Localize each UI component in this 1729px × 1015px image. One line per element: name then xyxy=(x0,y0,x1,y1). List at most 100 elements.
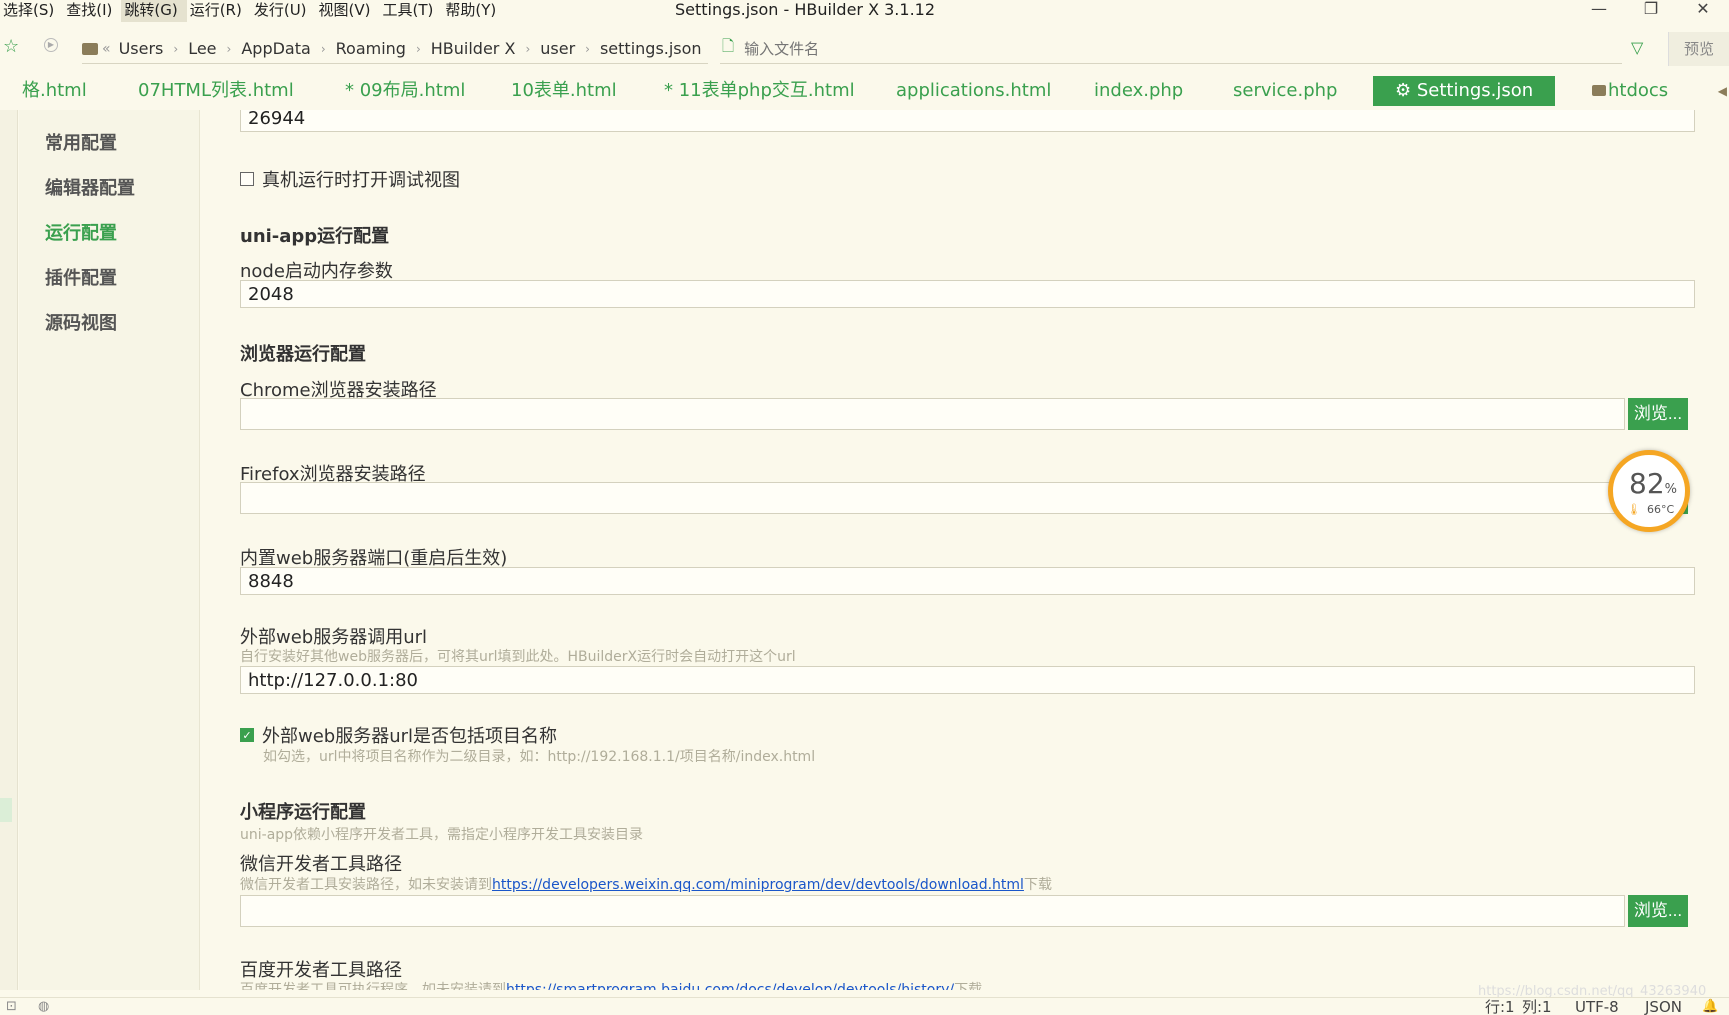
include-project-label: 外部web服务器url是否包括项目名称 xyxy=(262,726,558,747)
browser-section-title: 浏览器运行配置 xyxy=(240,344,366,365)
scroll-tabs-icon[interactable]: ◀ xyxy=(1718,84,1727,98)
chevron-right-icon: › xyxy=(320,41,326,56)
chrome-browse-button[interactable]: 浏览... xyxy=(1628,398,1688,430)
star-icon[interactable]: ☆ xyxy=(3,36,19,57)
wechat-browse-button[interactable]: 浏览... xyxy=(1628,895,1688,927)
baidu-path-hint: 百度开发者工具可执行程序，如未安装请到https://smartprogram.… xyxy=(240,979,982,990)
filter-icon[interactable]: ▽ xyxy=(1631,38,1643,57)
tab-applications-html[interactable]: applications.html xyxy=(896,76,1051,106)
debug-view-label: 真机运行时打开调试视图 xyxy=(262,170,460,191)
node-memory-field[interactable] xyxy=(240,280,1695,308)
maximize-button[interactable]: ❐ xyxy=(1625,0,1677,22)
performance-widget[interactable]: 82% 🌡 66°C xyxy=(1608,450,1690,532)
close-button[interactable]: ✕ xyxy=(1677,0,1729,22)
chrome-path-field[interactable] xyxy=(240,398,1625,430)
tab-htdocs[interactable]: htdocs xyxy=(1592,76,1668,106)
status-bar: ⊡ ◍ 行:1 列:1 UTF-8 JSON 🔔 xyxy=(0,997,1729,1015)
breadcrumb-item-roaming[interactable]: Roaming xyxy=(336,39,406,58)
wechat-path-field[interactable] xyxy=(240,895,1625,927)
nav-item-source[interactable]: 源码视图 xyxy=(45,309,117,335)
menu-help[interactable]: 帮助(Y) xyxy=(442,0,505,22)
menu-tools[interactable]: 工具(T) xyxy=(380,0,443,22)
wechat-path-hint: 微信开发者工具安装路径，如未安装请到https://developers.wei… xyxy=(240,874,1052,894)
file-search-input[interactable] xyxy=(744,39,1545,58)
baidu-download-link[interactable]: https://smartprogram.baidu.com/docs/deve… xyxy=(506,982,954,990)
breadcrumb-item-lee[interactable]: Lee xyxy=(188,39,216,58)
editor-tabs: 格.html 07HTML列表.html * 09布局.html 10表单.ht… xyxy=(0,76,1729,110)
wechat-hint-prefix: 微信开发者工具安装路径，如未安装请到 xyxy=(240,877,492,893)
tab-table-html[interactable]: 格.html xyxy=(22,76,87,106)
tab-service-php[interactable]: service.php xyxy=(1233,76,1337,106)
firefox-path-field[interactable] xyxy=(240,482,1625,514)
baidu-hint-prefix: 百度开发者工具可执行程序，如未安装请到 xyxy=(240,982,506,990)
top-value-field[interactable] xyxy=(240,110,1695,132)
menu-find[interactable]: 查找(I) xyxy=(63,0,121,22)
breadcrumb-item-appdata[interactable]: AppData xyxy=(241,39,310,58)
menu-run[interactable]: 运行(R) xyxy=(187,0,251,22)
breadcrumb-item-settings[interactable]: settings.json xyxy=(600,39,702,58)
uniapp-section-title: uni-app运行配置 xyxy=(240,226,390,247)
settings-nav: 常用配置 编辑器配置 运行配置 插件配置 源码视图 xyxy=(19,110,200,990)
nav-item-plugins[interactable]: 插件配置 xyxy=(45,264,117,290)
tab-form-php-html[interactable]: * 11表单php交互.html xyxy=(664,76,855,106)
include-project-hint: 如勾选，url中将项目名称作为二级目录，如：http://192.168.1.1… xyxy=(263,749,816,765)
settings-content: 真机运行时打开调试视图 uni-app运行配置 node启动内存参数 浏览器运行… xyxy=(200,110,1729,990)
debug-view-checkbox[interactable] xyxy=(240,172,254,186)
cpu-percent: 82% xyxy=(1629,467,1677,500)
nav-item-editor[interactable]: 编辑器配置 xyxy=(45,174,135,200)
chevron-right-icon: › xyxy=(585,41,590,56)
nav-item-run[interactable]: 运行配置 xyxy=(45,219,117,245)
play-icon[interactable]: ▶ xyxy=(44,38,58,52)
baidu-hint-suffix: 下载 xyxy=(954,982,983,990)
file-language[interactable]: JSON xyxy=(1645,998,1682,1015)
window-title: Settings.json - HBuilder X 3.1.12 xyxy=(675,0,936,19)
chevron-right-icon: › xyxy=(173,41,179,56)
cursor-line: 行:1 xyxy=(1485,998,1515,1015)
window-controls: — ❐ ✕ xyxy=(1573,0,1729,22)
tab-form-html[interactable]: 10表单.html xyxy=(511,76,617,106)
gutter-marker xyxy=(0,798,12,822)
menu-publish[interactable]: 发行(U) xyxy=(251,0,316,22)
external-url-hint: 自行安装好其他web服务器后，可将其url填到此处。HBuilderX运行时会自… xyxy=(240,649,796,665)
breadcrumb-item-hbuilderx[interactable]: HBuilder X xyxy=(431,39,516,58)
wechat-download-link[interactable]: https://developers.weixin.qq.com/minipro… xyxy=(492,877,1024,893)
breadcrumb-back[interactable]: « xyxy=(102,41,111,57)
search-file-icon: 🗋 xyxy=(722,37,735,55)
miniprogram-hint: uni-app依赖小程序开发者工具，需指定小程序开发工具安装目录 xyxy=(240,827,644,843)
toolbar: ☆ ▶ « Users › Lee › AppData › Roaming › … xyxy=(0,32,1729,66)
wechat-path-label: 微信开发者工具路径 xyxy=(240,854,402,875)
file-search: 🗋 xyxy=(720,34,1622,64)
bell-icon[interactable]: 🔔 xyxy=(1702,999,1718,1014)
wechat-hint-suffix: 下载 xyxy=(1023,877,1052,893)
preview-button[interactable]: 预览 xyxy=(1668,32,1729,66)
menu-view[interactable]: 视图(V) xyxy=(316,0,380,22)
cursor-column: 列:1 xyxy=(1522,998,1552,1015)
tab-index-php[interactable]: index.php xyxy=(1094,76,1183,106)
terminal-icon[interactable]: ⊡ xyxy=(6,999,17,1014)
debug-view-option[interactable]: 真机运行时打开调试视图 xyxy=(240,166,460,192)
breadcrumb-item-user[interactable]: user xyxy=(540,39,575,58)
chevron-right-icon: › xyxy=(525,41,531,56)
breadcrumb-item-users[interactable]: Users xyxy=(119,39,164,58)
external-url-field[interactable] xyxy=(240,666,1695,694)
breadcrumb: « Users › Lee › AppData › Roaming › HBui… xyxy=(82,34,708,64)
menu-select[interactable]: 选择(S) xyxy=(0,0,63,22)
include-project-option[interactable]: ✓ 外部web服务器url是否包括项目名称 xyxy=(240,722,557,748)
tab-settings-json[interactable]: ⚙ Settings.json xyxy=(1373,76,1555,106)
tab-list-html[interactable]: 07HTML列表.html xyxy=(138,76,294,106)
tab-htdocs-label: htdocs xyxy=(1608,80,1669,101)
chevron-right-icon: › xyxy=(415,41,421,56)
file-encoding[interactable]: UTF-8 xyxy=(1575,998,1619,1015)
chevron-right-icon: › xyxy=(226,41,232,56)
folder-icon xyxy=(1592,85,1606,96)
cpu-temperature: 🌡 66°C xyxy=(1627,503,1675,516)
web-port-field[interactable] xyxy=(240,567,1695,595)
nav-item-common[interactable]: 常用配置 xyxy=(45,129,117,155)
minimize-button[interactable]: — xyxy=(1573,0,1625,22)
folder-icon xyxy=(82,42,98,55)
include-project-checkbox[interactable]: ✓ xyxy=(240,728,254,742)
tab-layout-html[interactable]: * 09布局.html xyxy=(345,76,465,106)
menu-goto[interactable]: 跳转(G) xyxy=(121,0,187,22)
side-gutter xyxy=(0,110,18,990)
globe-icon[interactable]: ◍ xyxy=(38,999,49,1014)
